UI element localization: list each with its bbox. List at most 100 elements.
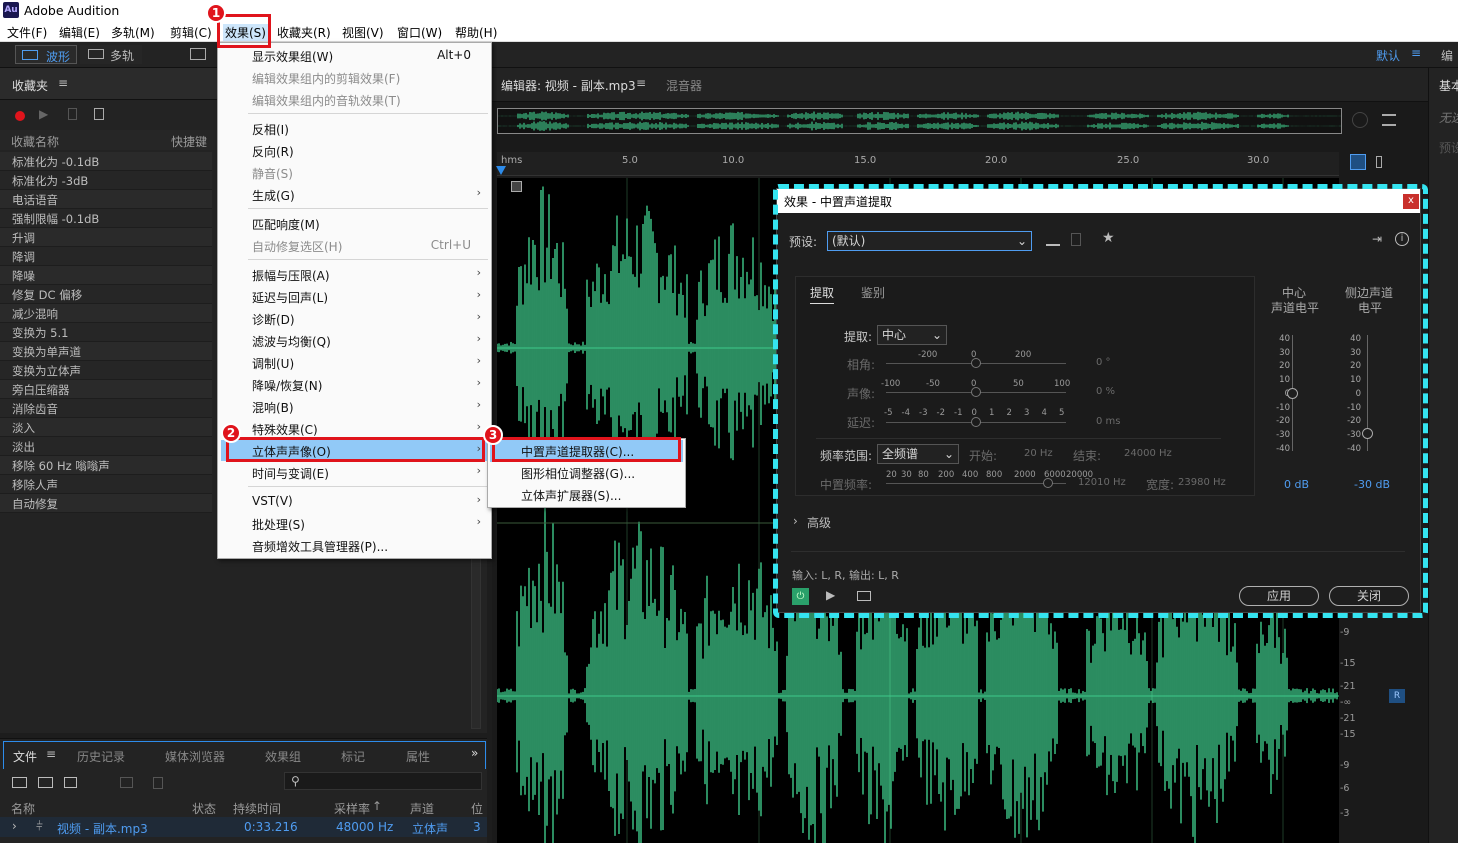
favorite-item-label: 强制限幅 -0.1dB [12,212,100,226]
multitrack-view-button[interactable]: 多轨 [80,45,142,64]
workspace-menu-icon[interactable]: ≡ [1411,46,1421,60]
effects-menu-item[interactable]: 反向(R) [252,143,294,160]
snap-icon[interactable] [1350,154,1366,170]
favorite-item[interactable]: 降调 [0,247,212,266]
effects-menu-item[interactable]: 滤波与均衡(Q) [252,333,331,350]
menu-window[interactable]: 窗口(W) [397,24,442,41]
insert-icon[interactable] [120,777,133,788]
ruler-label-15: 15.0 [854,155,877,166]
tab-files[interactable]: 文件 [13,748,37,765]
overview-strip[interactable] [497,108,1342,134]
effects-menu-item[interactable]: 延迟与回声(L) [252,289,328,306]
new-file-icon[interactable] [64,777,77,788]
favorite-item[interactable]: 标准化为 -0.1dB [0,152,212,171]
workspace-edit-label[interactable]: 编 [1441,47,1453,64]
effects-menu-item[interactable]: 调制(U) [252,355,294,372]
tab-properties[interactable]: 属性 [406,748,430,765]
trash-icon[interactable] [68,108,77,120]
tab-mixer[interactable]: 混音器 [666,77,702,94]
play-icon[interactable]: ▶ [39,107,48,121]
expand-chevron-icon[interactable]: › [12,819,17,833]
effects-menu-item[interactable]: 混响(B) [252,399,294,416]
workspace-default[interactable]: 默认 [1376,47,1400,64]
favorite-item[interactable]: 移除 60 Hz 嗡嗡声 [0,456,212,475]
favorite-item[interactable]: 电话语音 [0,190,212,209]
list-view-icon[interactable] [1382,114,1396,126]
search-icon: ⚲ [291,774,300,788]
favorite-item[interactable]: 变换为 5.1 [0,323,212,342]
effects-menu-item[interactable]: 降噪/恢复(N) [252,377,322,394]
effects-menu-item[interactable]: 批处理(S) [252,516,305,533]
file-row[interactable]: › ⫩ 视频 - 副本.mp3 0:33.216 48000 Hz 立体声 3 [0,817,487,837]
menu-view[interactable]: 视图(V) [342,24,384,41]
col-status: 状态 [192,802,217,816]
effects-menu-item[interactable]: 特殊效果(C) [252,421,318,438]
submenu-graphic-phase-shifter[interactable]: 图形相位调整器(G)... [521,465,635,482]
effects-menu-item[interactable]: 反相(I) [252,121,289,138]
playhead-marker[interactable] [496,166,506,175]
submenu-stereo-expander[interactable]: 立体声扩展器(S)... [521,487,621,504]
favorite-item[interactable]: 减少混响 [0,304,212,323]
pin-icon[interactable] [1376,156,1382,168]
favorite-item[interactable]: 淡出 [0,437,212,456]
open-folder-icon[interactable] [12,777,27,788]
tab-editor[interactable]: 编辑器: 视频 - 副本.mp3 [501,77,636,94]
menu-clip[interactable]: 剪辑(C) [170,24,212,41]
favorite-item[interactable]: 变换为单声道 [0,342,212,361]
favorite-item-label: 升调 [12,231,35,245]
favorite-item[interactable]: 自动修复 [0,494,212,513]
effects-menu-item[interactable]: 音频增效工具管理器(P)... [252,538,388,555]
ruler-label-5: 5.0 [622,155,638,166]
effects-menu-item[interactable]: 振幅与压限(A) [252,267,330,284]
col-channels: 声道 [410,802,435,816]
favorite-item[interactable]: 标准化为 -3dB [0,171,212,190]
effects-menu-item[interactable]: 时间与变调(E) [252,465,329,482]
effects-menu-item[interactable]: 显示效果组(W) [252,48,333,65]
channel-r-badge[interactable]: R [1389,689,1405,703]
favorite-item[interactable]: 变换为立体声 [0,361,212,380]
menu-file[interactable]: 文件(F) [7,24,47,41]
effects-menu-item[interactable]: 生成(G) [252,187,295,204]
menu-favorites[interactable]: 收藏夹(R) [277,24,331,41]
favorite-item[interactable]: 修复 DC 偏移 [0,285,212,304]
favorite-item[interactable]: 移除人声 [0,475,212,494]
hud-toggle-icon[interactable] [511,181,522,192]
favorite-item[interactable]: 降噪 [0,266,212,285]
tab-media-browser[interactable]: 媒体浏览器 [165,748,225,765]
menu-help[interactable]: 帮助(H) [455,24,497,41]
time-ruler[interactable]: hms 5.0 10.0 15.0 20.0 25.0 30.0 [497,152,1339,176]
record-icon[interactable] [15,111,25,121]
zoom-navigator-icon[interactable] [1352,112,1368,128]
editor-menu-icon[interactable]: ≡ [636,76,646,90]
effects-menu-item[interactable]: 诊断(D) [252,311,295,328]
favorite-item-label: 移除人声 [12,478,58,492]
favorite-item[interactable]: 淡入 [0,418,212,437]
files-menu-icon[interactable]: ≡ [46,747,56,761]
tab-markers[interactable]: 标记 [341,748,365,765]
waveform-view-button[interactable]: 波形 [15,45,77,64]
effects-menu-item[interactable]: VST(V) [252,494,293,508]
file-search-input[interactable]: ⚲ [284,772,482,790]
menu-separator [248,208,488,209]
effects-menu-item: 静音(S) [252,167,293,181]
favorite-item[interactable]: 旁白压缩器 [0,380,212,399]
menu-multitrack[interactable]: 多轨(M) [111,24,155,41]
favorite-item-label: 电话语音 [12,193,58,207]
import-icon[interactable] [38,777,53,788]
menu-shortcut: Ctrl+U [430,238,471,252]
favorite-item[interactable]: 消除齿音 [0,399,212,418]
effects-menu-item[interactable]: 匹配响度(M) [252,216,320,233]
favorite-item-label: 淡出 [12,440,35,454]
edit-favorite-icon[interactable] [94,108,104,120]
menu-edit[interactable]: 编辑(E) [59,24,100,41]
spectral-display-icon[interactable] [190,48,206,60]
no-selection-label: 无选 [1439,111,1458,125]
more-tabs-icon[interactable]: » [471,746,478,760]
file-trash-icon[interactable] [153,777,163,789]
panel-menu-icon[interactable]: ≡ [58,76,68,90]
favorite-item[interactable]: 强制限幅 -0.1dB [0,209,212,228]
tab-history[interactable]: 历史记录 [77,748,125,765]
file-samplerate: 48000 Hz [336,820,394,834]
tab-effects-rack[interactable]: 效果组 [265,748,301,765]
favorite-item[interactable]: 升调 [0,228,212,247]
